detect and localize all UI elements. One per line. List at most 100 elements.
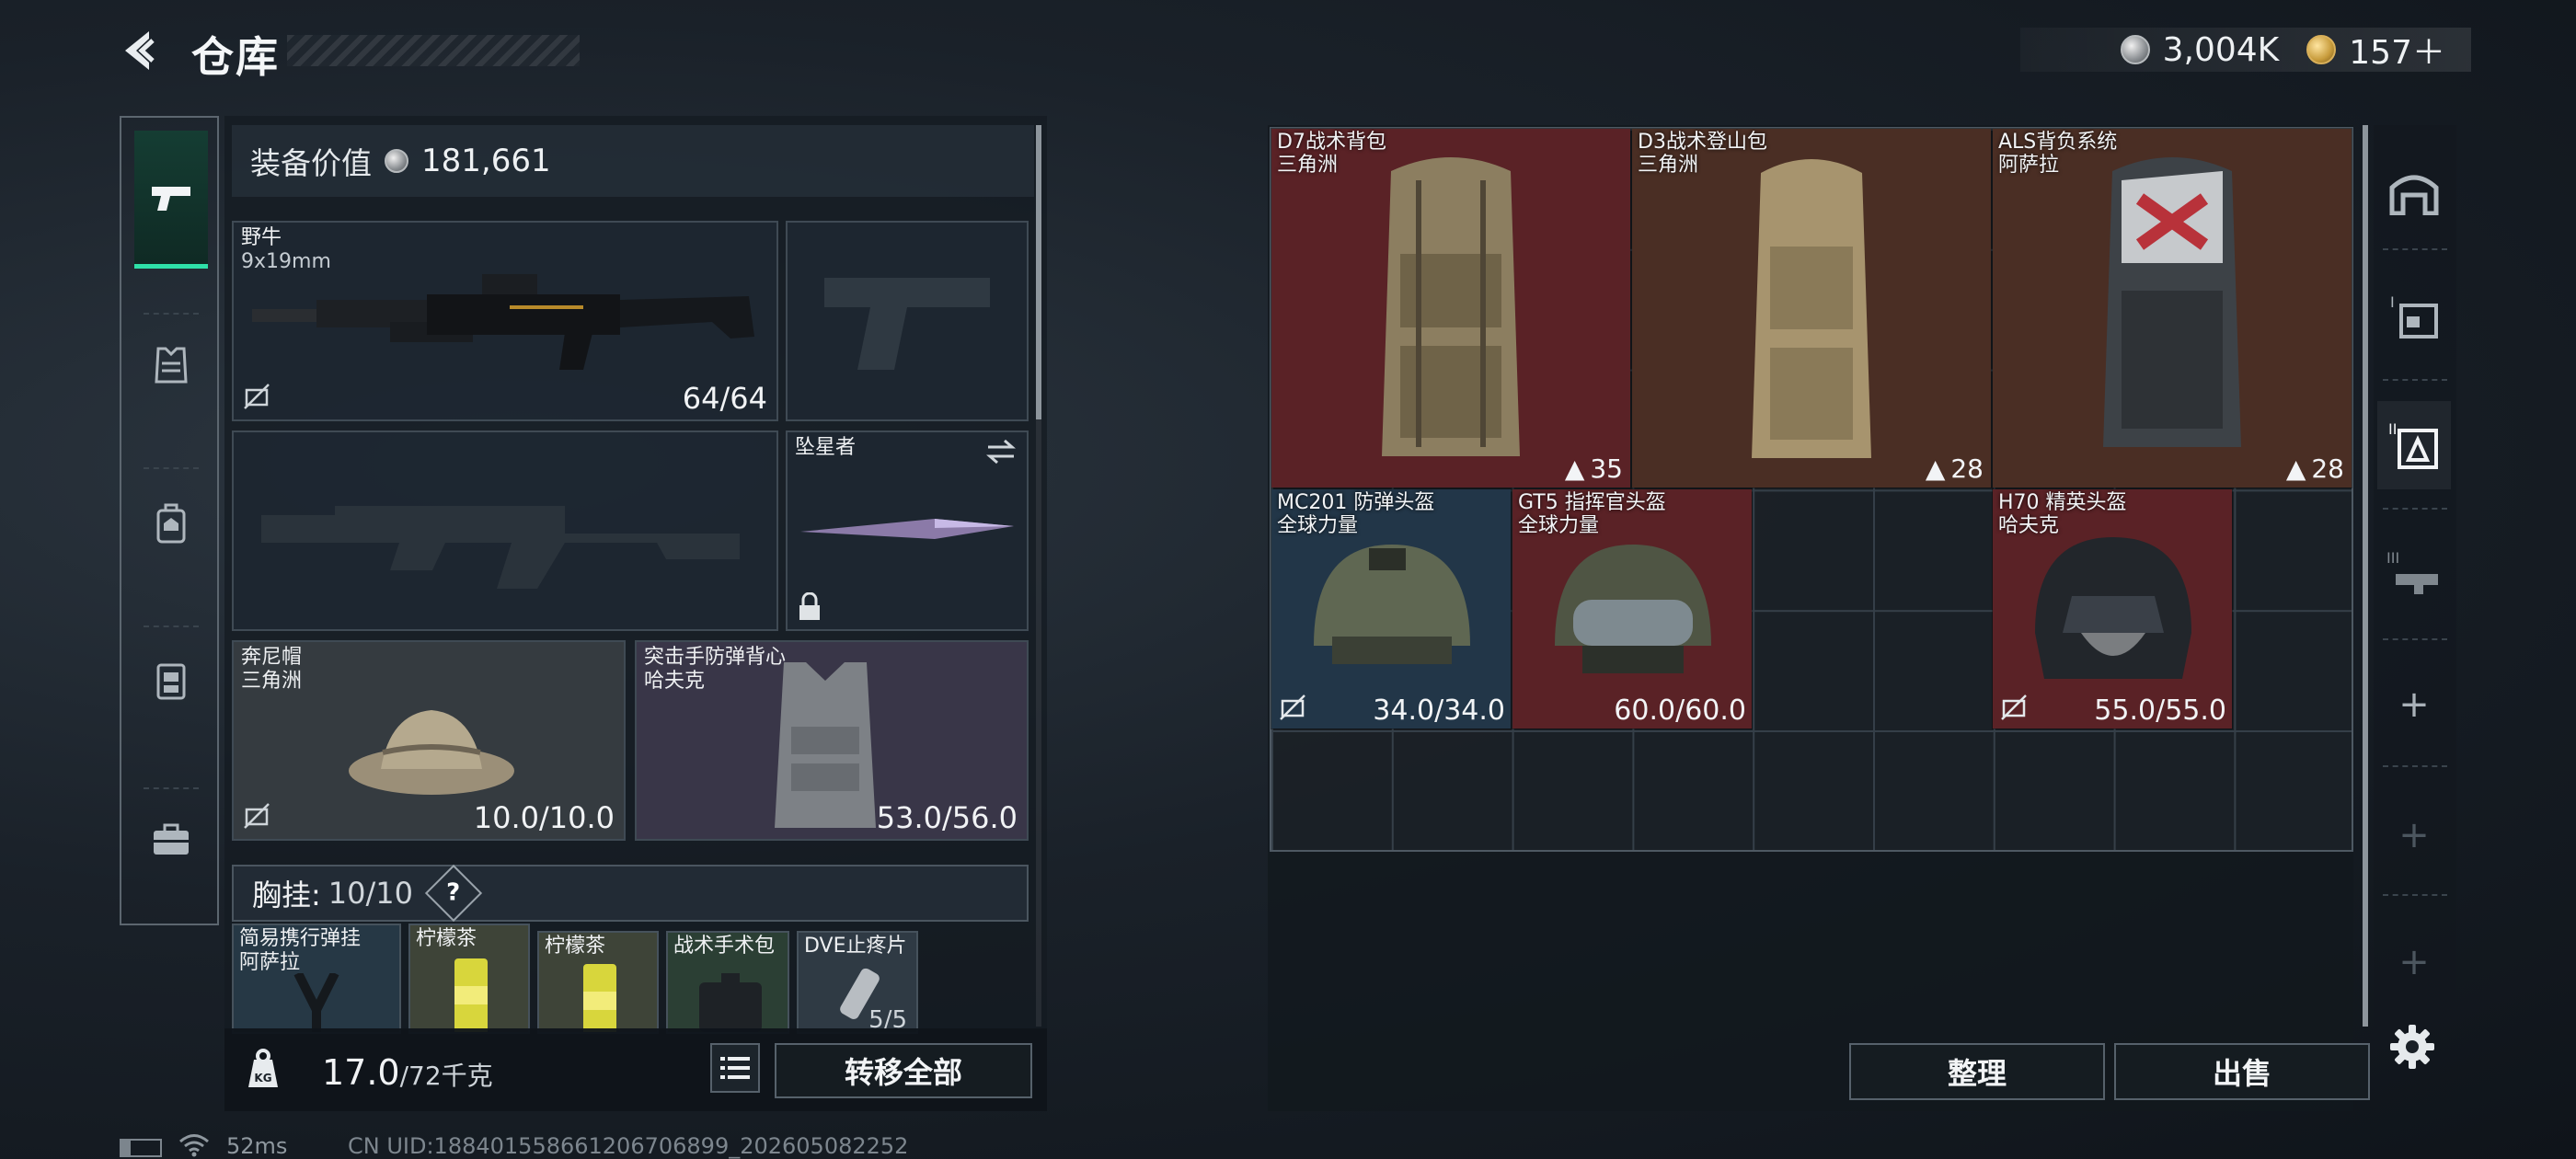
rig-item[interactable]: DVE止疼片 5/5: [797, 931, 918, 1034]
chest-rig-bar: 胸挂: 10/10 ?: [232, 864, 1029, 923]
sell-button[interactable]: 出售: [2114, 1043, 2370, 1100]
sort-button[interactable]: 整理: [1849, 1043, 2105, 1100]
storage-3-icon: III: [2386, 549, 2438, 594]
swap-icon[interactable]: [984, 438, 1018, 465]
stash-page-1[interactable]: I: [2377, 272, 2451, 361]
settings-gear-icon[interactable]: [2388, 1023, 2436, 1071]
rig-item[interactable]: 战术手术包: [666, 931, 789, 1034]
storage-1-icon: I: [2390, 293, 2438, 339]
svg-text:II: II: [2388, 420, 2397, 438]
primary-weapon-slot[interactable]: 野牛 9x19mm 64/64: [232, 221, 778, 421]
loadout-category-nav: [120, 116, 219, 925]
backpack-image: [2103, 157, 2241, 447]
lemon-tea-can-image: [454, 958, 488, 1032]
currency-gold[interactable]: 157＋: [2349, 26, 2445, 74]
nav-armor[interactable]: [134, 296, 208, 434]
secondary-weapon-slot-empty[interactable]: [232, 430, 778, 631]
helmet-brand: 三角洲: [241, 670, 303, 693]
body-armor-slot[interactable]: 突击手防弹背心 哈夫克 53.0/56.0: [635, 640, 1029, 841]
svg-text:I: I: [2390, 293, 2395, 311]
stash-item-helmet[interactable]: H70 精英头盔 哈夫克 55.0/55.0: [1992, 488, 2233, 729]
briefcase-icon: [154, 823, 189, 855]
equipment-value-label: 装备价值: [250, 145, 372, 181]
plus-icon: +: [2398, 941, 2430, 983]
lemon-tea-can-image: [583, 964, 616, 1032]
vest-image: [775, 662, 876, 828]
helmet-image: [1555, 545, 1711, 673]
lock-icon: [799, 592, 820, 620]
helmet-durability: 60.0/60.0: [1614, 694, 1746, 727]
stash-item-backpack[interactable]: ALS背负系统 阿萨拉 ▲ 28: [1992, 128, 2352, 488]
boonie-hat-image: [349, 710, 514, 795]
uninsured-icon: [2001, 694, 2027, 720]
helmet-slot[interactable]: 奔尼帽 三角洲 10.0/10.0: [232, 640, 626, 841]
plus-icon: +: [2398, 683, 2430, 726]
knife-image: [800, 519, 1014, 539]
vest-icon: [155, 347, 188, 384]
rig-item[interactable]: 柠檬茶: [408, 924, 530, 1034]
weapon-name: 野牛: [241, 226, 282, 249]
nav-case[interactable]: [134, 771, 208, 909]
list-view-button[interactable]: [710, 1043, 760, 1093]
svg-text:KG: KG: [254, 1072, 271, 1084]
plus-icon: +: [2398, 814, 2430, 856]
silver-coin-icon: [385, 149, 408, 173]
sidearm-slot-empty[interactable]: [786, 221, 1029, 421]
stash-page-2[interactable]: II: [2377, 401, 2451, 489]
stash-page-home[interactable]: [2377, 147, 2451, 235]
armor-brand: 哈夫克: [644, 670, 706, 693]
stash-item-helmet[interactable]: MC201 防弹头盔 全球力量 34.0/34.0: [1271, 488, 1512, 729]
weight-current: 17.0: [322, 1052, 400, 1093]
helmet-durability: 10.0/10.0: [473, 800, 615, 835]
nav-rig[interactable]: [134, 611, 208, 749]
stash-item-backpack[interactable]: D7战术背包 三角洲 ▲ 35: [1271, 128, 1631, 488]
helmet-image: [2035, 537, 2191, 679]
svg-text:III: III: [2386, 549, 2399, 567]
backpack-icon: [156, 503, 186, 544]
uninsured-icon: [1280, 694, 1305, 720]
rig-item[interactable]: 柠檬茶: [537, 931, 659, 1034]
weapon-ammo: 64/64: [682, 381, 767, 416]
add-stash-page-button[interactable]: +: [2377, 660, 2451, 749]
transfer-all-button[interactable]: 转移全部: [775, 1043, 1032, 1098]
backpack-capacity: 28: [1950, 453, 1984, 484]
list-icon: [720, 1057, 750, 1079]
battery-icon: [120, 1139, 162, 1157]
stash-scrollbar[interactable]: [2363, 125, 2368, 1027]
user-uid: CN UID:18840155866120670689​9_2026050822…: [348, 1133, 909, 1159]
currency-silver: 3,004K: [2162, 30, 2280, 69]
stash-item-helmet[interactable]: GT5 指挥官头盔 全球力量 60.0/60.0: [1512, 488, 1753, 729]
help-icon[interactable]: ?: [424, 864, 483, 923]
pistol-icon: [152, 186, 190, 211]
rig-item[interactable]: 简易携行弹挂 阿萨拉: [232, 924, 401, 1034]
warehouse-icon: [2389, 175, 2439, 215]
melee-slot[interactable]: 坠星者: [786, 430, 1029, 631]
title-decoration: [287, 35, 580, 66]
surgery-kit-image: [699, 973, 762, 1032]
helmet-durability: 55.0/55.0: [2094, 694, 2226, 727]
backpack-image: [1752, 159, 1871, 458]
backpack-capacity: 35: [1590, 453, 1623, 484]
helmet-durability: 34.0/34.0: [1373, 694, 1505, 727]
gold-coin-icon: [2306, 35, 2337, 64]
weight-max: /72千克: [399, 1061, 493, 1091]
stash-page-3[interactable]: III: [2377, 528, 2451, 616]
chest-rig-label: 胸挂:: [252, 878, 321, 912]
backpack-image: [1382, 157, 1520, 456]
harness-image: [293, 973, 339, 1032]
network-ping: 52ms: [226, 1133, 288, 1159]
currency-bar: 3,004K 157＋: [2020, 28, 2471, 72]
nav-backpack[interactable]: [134, 454, 208, 592]
back-arrow-icon[interactable]: [118, 28, 164, 74]
nav-weapons[interactable]: [134, 131, 208, 269]
capacity-icon: ▲: [1564, 453, 1585, 484]
loadout-scrollbar[interactable]: [1036, 125, 1041, 419]
wifi-icon: [179, 1134, 209, 1157]
equipment-value-bar: 装备价值 181,661: [232, 125, 1034, 197]
add-stash-page-button-locked: +: [2377, 918, 2451, 1006]
helmet-name: 奔尼帽: [241, 646, 303, 669]
pistol-silhouette-icon: [824, 278, 990, 370]
backpack-capacity: 28: [2311, 453, 2344, 484]
page-title: 仓库: [191, 32, 280, 82]
stash-item-backpack[interactable]: D3战术登山包 三角洲 ▲ 28: [1631, 128, 1992, 488]
